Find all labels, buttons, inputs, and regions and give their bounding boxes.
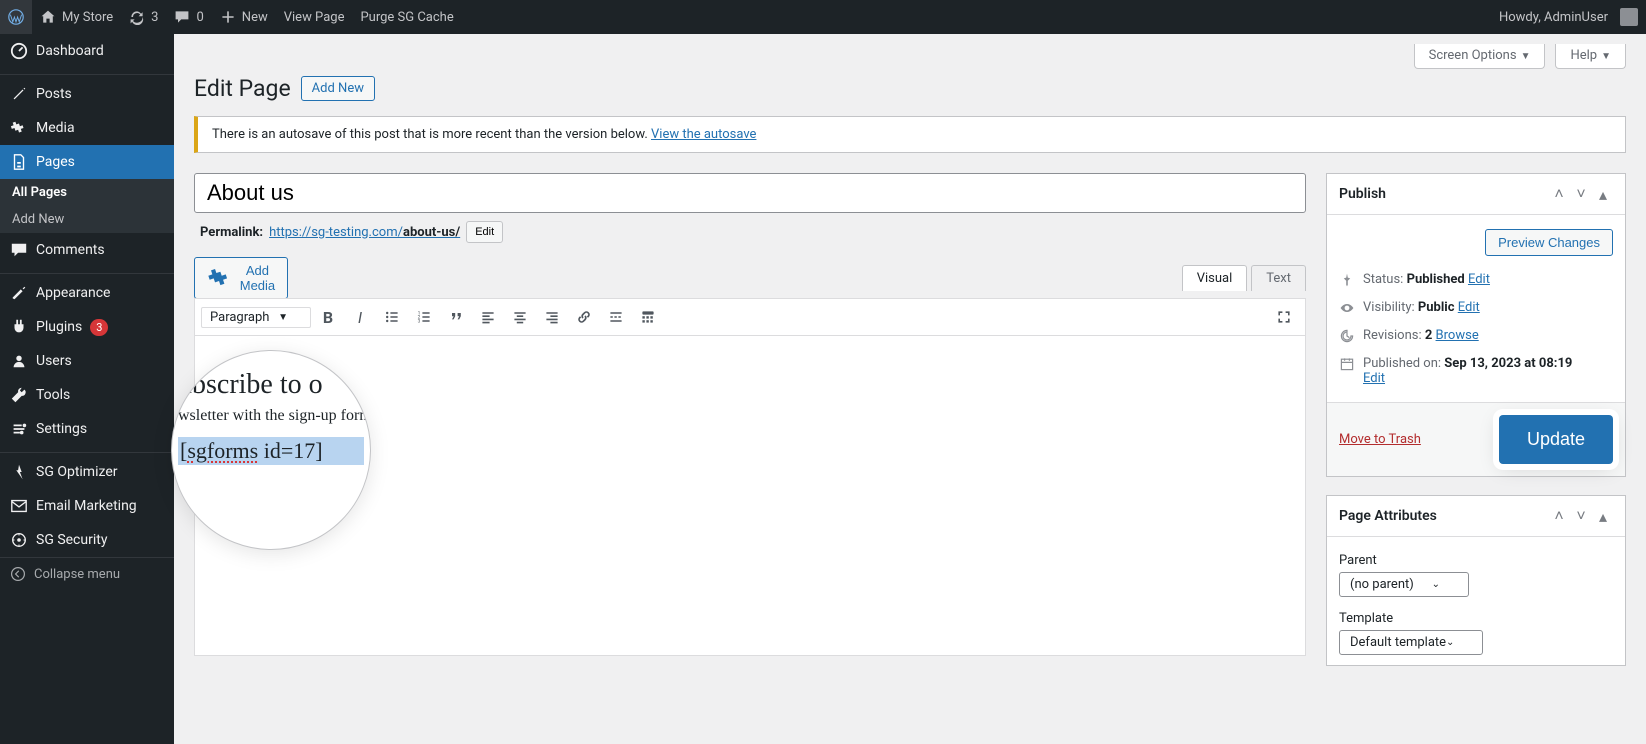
- toggle-panel-icon[interactable]: ▴: [1593, 184, 1613, 204]
- post-title-input[interactable]: [194, 173, 1306, 213]
- submenu-all-pages[interactable]: All Pages: [0, 179, 174, 206]
- autosave-notice: There is an autosave of this post that i…: [194, 116, 1626, 153]
- avatar-icon: [1620, 8, 1638, 26]
- menu-dashboard[interactable]: Dashboard: [0, 34, 174, 68]
- new-label: New: [242, 10, 268, 25]
- page-title: Edit Page: [194, 75, 291, 102]
- view-page-link[interactable]: View Page: [276, 0, 353, 34]
- edit-slug-button[interactable]: Edit: [466, 221, 503, 243]
- permalink-link[interactable]: https://sg-testing.com/about-us/: [269, 225, 460, 240]
- page-attributes-box: Page Attributes ˄ ˅ ▴ Parent (no parent)…: [1326, 495, 1626, 666]
- preview-changes-button[interactable]: Preview Changes: [1485, 229, 1613, 256]
- toggle-panel-icon[interactable]: ▴: [1593, 506, 1613, 526]
- attributes-header: Page Attributes: [1339, 508, 1437, 524]
- chevron-down-icon: ⌄: [1432, 579, 1440, 590]
- add-new-button[interactable]: Add New: [301, 76, 375, 101]
- fullscreen-button[interactable]: [1269, 302, 1299, 332]
- site-name: My Store: [62, 10, 113, 25]
- view-autosave-link[interactable]: View the autosave: [651, 127, 756, 142]
- permalink-label: Permalink:: [200, 225, 263, 240]
- blockquote-button[interactable]: [441, 302, 471, 332]
- link-button[interactable]: [569, 302, 599, 332]
- visibility-icon: [1339, 300, 1355, 316]
- publish-box: Publish ˄ ˅ ▴ Preview Changes Status: Pu…: [1326, 173, 1626, 477]
- my-account-link[interactable]: Howdy, AdminUser: [1491, 0, 1646, 34]
- bullet-list-button[interactable]: [377, 302, 407, 332]
- screen-options-tab[interactable]: Screen Options▼: [1414, 44, 1546, 69]
- move-down-icon[interactable]: ˅: [1571, 184, 1591, 204]
- chevron-down-icon: ▼: [1521, 51, 1531, 62]
- plugins-badge: 3: [90, 319, 108, 336]
- template-label: Template: [1339, 611, 1613, 626]
- new-content-link[interactable]: New: [212, 0, 276, 34]
- menu-media[interactable]: Media: [0, 111, 174, 145]
- submenu-add-new[interactable]: Add New: [0, 206, 174, 233]
- site-name-link[interactable]: My Store: [32, 0, 121, 34]
- editor-toolbar: Paragraph▼ B I 123: [194, 298, 1306, 336]
- help-tab[interactable]: Help▼: [1555, 44, 1626, 69]
- howdy-text: Howdy, AdminUser: [1499, 10, 1608, 25]
- publish-header: Publish: [1339, 186, 1386, 202]
- permalink-row: Permalink: https://sg-testing.com/about-…: [200, 221, 1306, 243]
- main-content: Screen Options▼ Help▼ Edit Page Add New …: [174, 34, 1646, 704]
- move-up-icon[interactable]: ˄: [1549, 184, 1569, 204]
- toolbar-toggle-button[interactable]: [633, 302, 663, 332]
- pin-icon: [1339, 272, 1355, 288]
- chevron-down-icon: ⌄: [1446, 637, 1454, 648]
- magnifier-overlay: ubscribe to o wsletter with the sign-up …: [171, 350, 371, 550]
- align-center-button[interactable]: [505, 302, 535, 332]
- menu-pages[interactable]: Pages: [0, 145, 174, 179]
- menu-sg-optimizer[interactable]: SG Optimizer: [0, 455, 174, 489]
- edit-date-link[interactable]: Edit: [1363, 371, 1385, 386]
- wp-logo[interactable]: [0, 0, 32, 34]
- align-right-button[interactable]: [537, 302, 567, 332]
- notice-text: There is an autosave of this post that i…: [212, 127, 648, 142]
- readmore-button[interactable]: [601, 302, 631, 332]
- submenu-pages: All Pages Add New: [0, 179, 174, 233]
- svg-text:3: 3: [418, 319, 421, 325]
- comments-link[interactable]: 0: [166, 0, 211, 34]
- calendar-icon: [1339, 356, 1355, 372]
- menu-appearance[interactable]: Appearance: [0, 276, 174, 310]
- update-button[interactable]: Update: [1499, 415, 1613, 464]
- template-select[interactable]: Default template⌄: [1339, 630, 1483, 655]
- updates-count: 3: [151, 10, 158, 25]
- menu-plugins[interactable]: Plugins 3: [0, 310, 174, 344]
- text-tab[interactable]: Text: [1251, 265, 1306, 291]
- italic-button[interactable]: I: [345, 302, 375, 332]
- align-left-button[interactable]: [473, 302, 503, 332]
- format-select[interactable]: Paragraph▼: [201, 307, 311, 328]
- menu-sg-security[interactable]: SG Security: [0, 523, 174, 557]
- menu-email-marketing[interactable]: Email Marketing: [0, 489, 174, 523]
- bold-button[interactable]: B: [313, 302, 343, 332]
- edit-status-link[interactable]: Edit: [1468, 272, 1490, 287]
- menu-tools[interactable]: Tools: [0, 378, 174, 412]
- move-to-trash-link[interactable]: Move to Trash: [1339, 432, 1421, 447]
- move-up-icon[interactable]: ˄: [1549, 506, 1569, 526]
- parent-label: Parent: [1339, 553, 1613, 568]
- add-media-button[interactable]: Add Media: [194, 257, 288, 299]
- numbered-list-button[interactable]: 123: [409, 302, 439, 332]
- menu-users[interactable]: Users: [0, 344, 174, 378]
- parent-select[interactable]: (no parent)⌄: [1339, 572, 1469, 597]
- menu-comments[interactable]: Comments: [0, 233, 174, 267]
- admin-sidebar: Dashboard Posts Media Pages All Pages Ad…: [0, 34, 174, 744]
- chevron-down-icon: ▼: [1601, 51, 1611, 62]
- move-down-icon[interactable]: ˅: [1571, 506, 1591, 526]
- collapse-menu[interactable]: Collapse menu: [0, 557, 174, 590]
- revisions-icon: [1339, 328, 1355, 344]
- admin-toolbar: My Store 3 0 New View Page Purge SG Cach…: [0, 0, 1646, 34]
- menu-settings[interactable]: Settings: [0, 412, 174, 446]
- chevron-down-icon: ▼: [278, 312, 288, 323]
- updates-link[interactable]: 3: [121, 0, 166, 34]
- edit-visibility-link[interactable]: Edit: [1458, 300, 1480, 315]
- visual-tab[interactable]: Visual: [1182, 265, 1248, 291]
- purge-cache-link[interactable]: Purge SG Cache: [352, 0, 461, 34]
- comments-count: 0: [196, 10, 203, 25]
- menu-posts[interactable]: Posts: [0, 77, 174, 111]
- browse-revisions-link[interactable]: Browse: [1436, 328, 1479, 343]
- editor-content[interactable]: ubscribe to o wsletter with the sign-up …: [194, 336, 1306, 656]
